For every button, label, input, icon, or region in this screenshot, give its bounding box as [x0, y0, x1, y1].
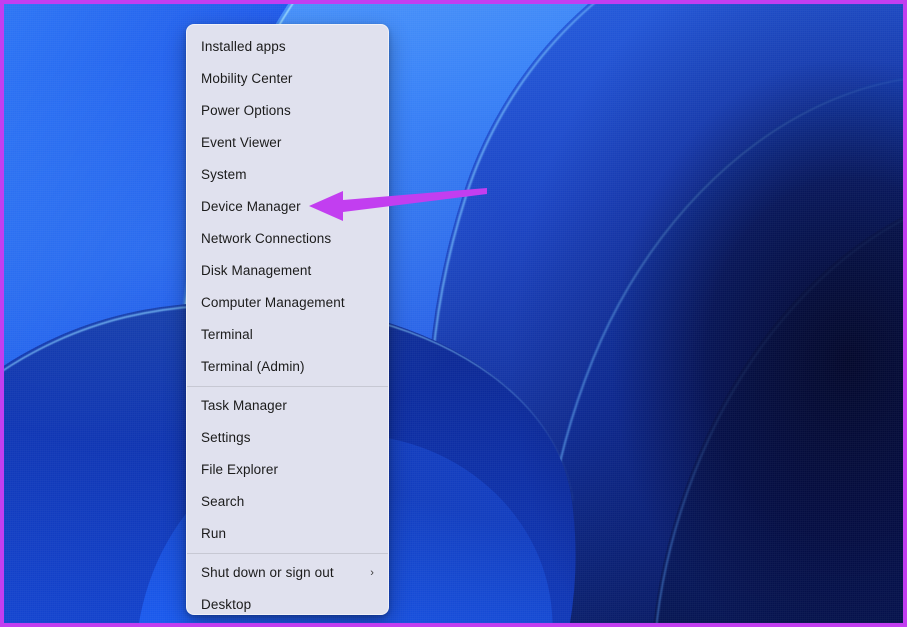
- menu-item-shut-down-or-sign-out[interactable]: Shut down or sign out ›: [187, 557, 388, 589]
- menu-item-computer-management[interactable]: Computer Management: [187, 287, 388, 319]
- menu-item-desktop[interactable]: Desktop: [187, 589, 388, 615]
- wallpaper-right-shadow: [443, 4, 903, 623]
- menu-item-terminal[interactable]: Terminal: [187, 319, 388, 351]
- menu-item-label: Settings: [201, 422, 251, 454]
- menu-item-label: File Explorer: [201, 454, 278, 486]
- menu-item-mobility-center[interactable]: Mobility Center: [187, 63, 388, 95]
- menu-item-power-options[interactable]: Power Options: [187, 95, 388, 127]
- menu-item-label: System: [201, 159, 247, 191]
- menu-item-settings[interactable]: Settings: [187, 422, 388, 454]
- menu-item-label: Search: [201, 486, 244, 518]
- power-user-context-menu[interactable]: Installed appsMobility CenterPower Optio…: [186, 24, 389, 615]
- menu-item-label: Task Manager: [201, 390, 287, 422]
- desktop-wallpaper[interactable]: [4, 4, 903, 623]
- menu-item-label: Shut down or sign out: [201, 557, 334, 589]
- menu-item-search[interactable]: Search: [187, 486, 388, 518]
- menu-item-label: Event Viewer: [201, 127, 282, 159]
- menu-item-label: Power Options: [201, 95, 291, 127]
- menu-item-network-connections[interactable]: Network Connections: [187, 223, 388, 255]
- menu-item-label: Network Connections: [201, 223, 331, 255]
- menu-item-terminal-admin[interactable]: Terminal (Admin): [187, 351, 388, 383]
- menu-item-label: Terminal: [201, 319, 253, 351]
- chevron-right-icon: ›: [370, 568, 374, 579]
- menu-item-event-viewer[interactable]: Event Viewer: [187, 127, 388, 159]
- menu-item-system[interactable]: System: [187, 159, 388, 191]
- menu-separator: [187, 386, 388, 387]
- menu-item-label: Mobility Center: [201, 63, 293, 95]
- menu-item-disk-management[interactable]: Disk Management: [187, 255, 388, 287]
- menu-item-task-manager[interactable]: Task Manager: [187, 390, 388, 422]
- menu-item-label: Terminal (Admin): [201, 351, 305, 383]
- menu-separator: [187, 553, 388, 554]
- menu-item-file-explorer[interactable]: File Explorer: [187, 454, 388, 486]
- menu-item-label: Device Manager: [201, 191, 301, 223]
- menu-item-label: Desktop: [201, 589, 251, 615]
- menu-item-device-manager[interactable]: Device Manager: [187, 191, 388, 223]
- menu-item-label: Installed apps: [201, 31, 286, 63]
- menu-item-run[interactable]: Run: [187, 518, 388, 550]
- menu-item-label: Run: [201, 518, 226, 550]
- menu-item-label: Computer Management: [201, 287, 345, 319]
- screenshot-root: Installed appsMobility CenterPower Optio…: [0, 0, 907, 627]
- menu-item-installed-apps[interactable]: Installed apps: [187, 31, 388, 63]
- menu-item-label: Disk Management: [201, 255, 311, 287]
